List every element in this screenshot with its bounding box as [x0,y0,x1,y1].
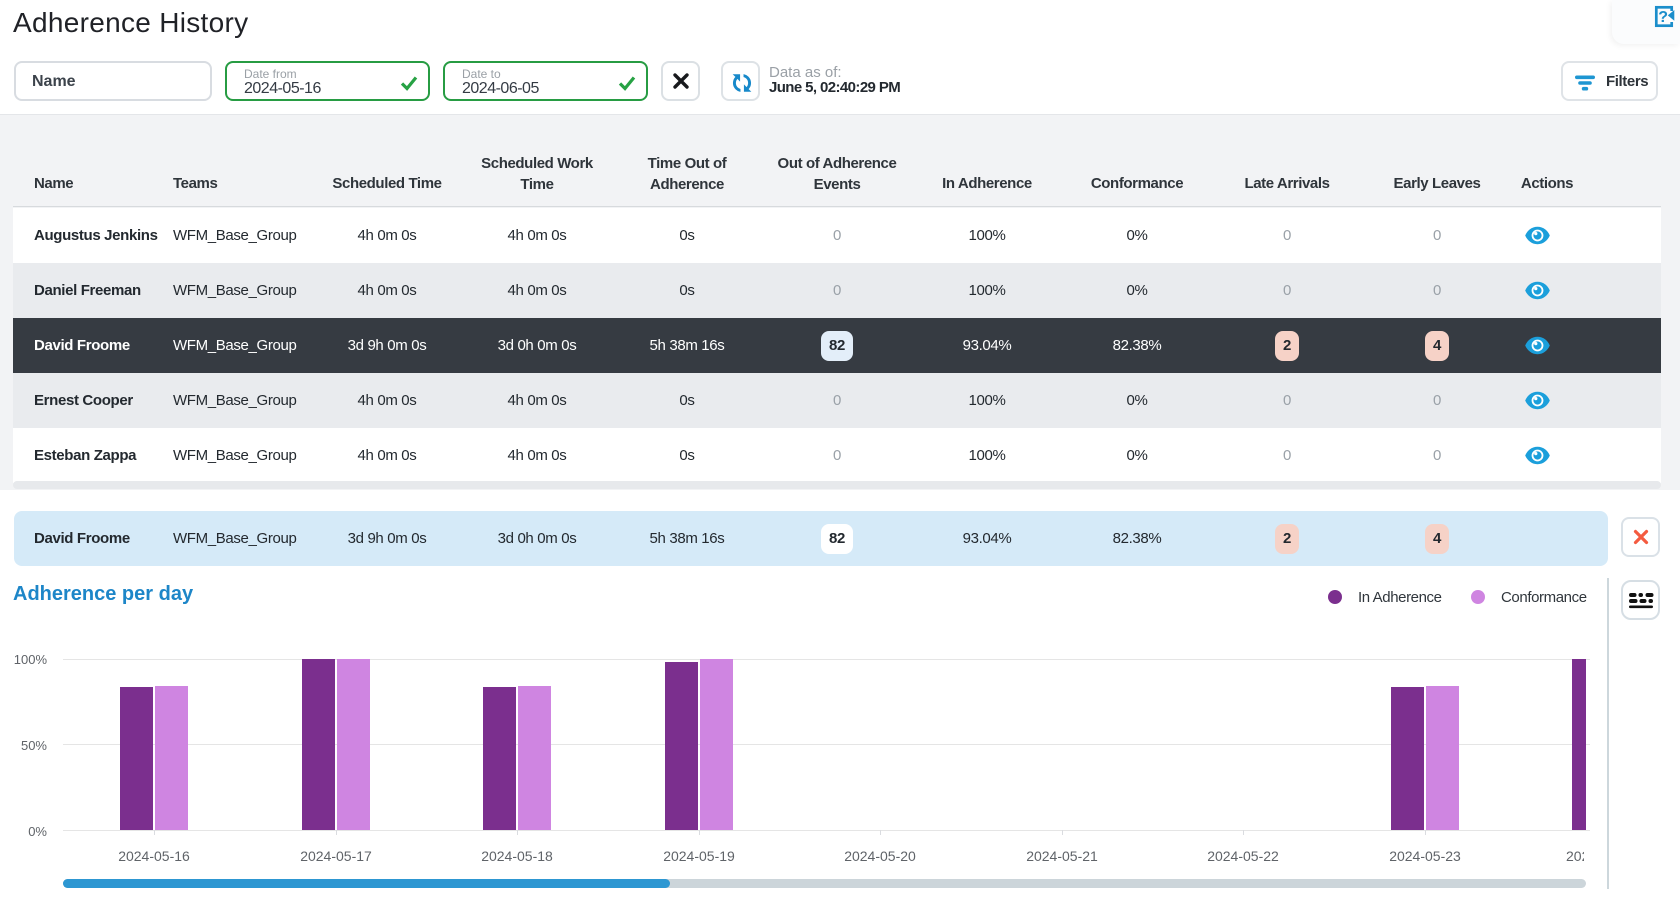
svg-text:?: ? [1658,9,1668,26]
